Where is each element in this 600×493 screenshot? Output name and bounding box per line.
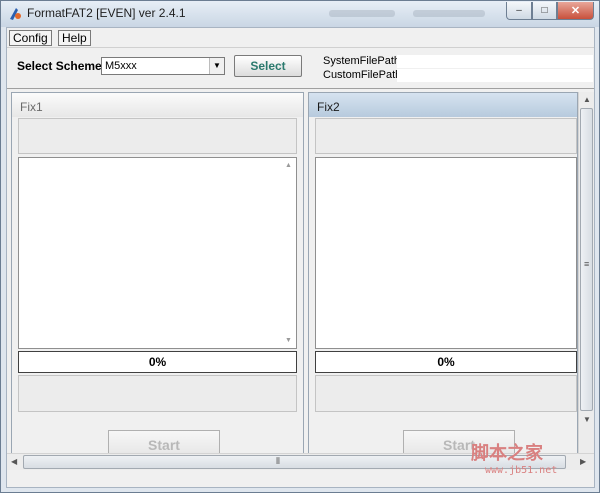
fix1-log-box[interactable]: ▲ ▼ xyxy=(18,157,297,349)
fix1-progress: 0% xyxy=(18,351,297,373)
fix1-header: Fix1 xyxy=(12,93,303,117)
scroll-down-icon[interactable]: ▼ xyxy=(285,337,292,344)
scroll-left-icon[interactable]: ◀ xyxy=(11,457,17,466)
window-title: FormatFAT2 [EVEN] ver 2.4.1 xyxy=(27,6,186,20)
fix1-log-scrollbar[interactable]: ▲ ▼ xyxy=(282,158,296,348)
fix1-info-box xyxy=(18,118,297,154)
fix2-log-box[interactable] xyxy=(315,157,577,349)
title-bar: FormatFAT2 [EVEN] ver 2.4.1 – □ ✕ xyxy=(1,1,599,27)
system-file-path-value xyxy=(397,55,593,68)
fix2-header: Fix2 xyxy=(309,93,577,117)
scroll-down-icon[interactable]: ▼ xyxy=(583,415,591,424)
fix2-panel: Fix2 0% Start xyxy=(308,92,578,459)
fix1-status-box xyxy=(18,375,297,412)
grip-icon: ≡ xyxy=(584,259,590,269)
scheme-dropdown[interactable]: M5xxx ▼ xyxy=(101,57,225,75)
maximize-icon: □ xyxy=(541,5,548,16)
maximize-button[interactable]: □ xyxy=(532,2,557,20)
client-area: Config Help Select Scheme M5xxx ▼ Select… xyxy=(6,27,595,488)
scroll-up-icon[interactable]: ▲ xyxy=(583,95,591,104)
chevron-down-icon[interactable]: ▼ xyxy=(209,58,224,74)
close-button[interactable]: ✕ xyxy=(557,2,594,20)
scheme-toolbar: Select Scheme M5xxx ▼ Select SystemFileP… xyxy=(7,49,594,89)
app-window: FormatFAT2 [EVEN] ver 2.4.1 – □ ✕ Config… xyxy=(0,0,600,493)
custom-file-path-value xyxy=(397,69,593,82)
grip-icon: ⦀ xyxy=(276,456,280,466)
scroll-up-icon[interactable]: ▲ xyxy=(285,162,292,169)
watermark-text: 脚本之家 xyxy=(471,443,543,464)
scroll-right-icon[interactable]: ▶ xyxy=(580,457,586,466)
fix1-panel: Fix1 ▲ ▼ 0% Start xyxy=(11,92,304,459)
title-blur-decoration xyxy=(413,10,485,17)
app-logo-icon xyxy=(7,6,23,22)
system-file-path-label: SystemFilePath xyxy=(323,55,401,67)
menu-config[interactable]: Config xyxy=(9,30,52,46)
watermark-url: www.jb51.net xyxy=(485,465,558,476)
minimize-icon: – xyxy=(516,5,522,16)
select-button[interactable]: Select xyxy=(234,55,302,77)
scheme-dropdown-value: M5xxx xyxy=(105,60,137,72)
close-icon: ✕ xyxy=(570,5,581,17)
title-blur-decoration xyxy=(329,10,395,17)
custom-file-path-label: CustomFilePath xyxy=(323,69,402,81)
minimize-button[interactable]: – xyxy=(506,2,532,20)
fix2-status-box xyxy=(315,375,577,412)
menu-help[interactable]: Help xyxy=(58,30,91,46)
vertical-scrollbar[interactable]: ▲ ≡ ▼ xyxy=(578,92,594,460)
menu-bar: Config Help xyxy=(7,28,594,48)
fix2-progress: 0% xyxy=(315,351,577,373)
scheme-label: Select Scheme xyxy=(17,59,102,73)
fix2-info-box xyxy=(315,118,577,154)
vertical-scroll-thumb[interactable]: ≡ xyxy=(580,108,593,411)
